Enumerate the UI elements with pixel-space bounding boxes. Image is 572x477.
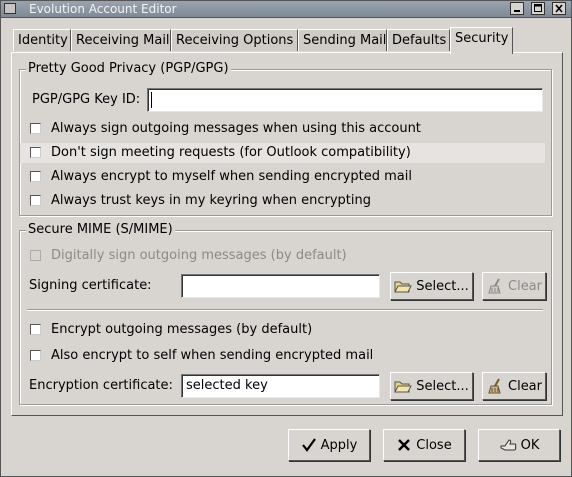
always-trust-checkbox[interactable] <box>30 195 41 206</box>
title-bar[interactable]: Evolution Account Editor <box>1 1 571 18</box>
security-page: Pretty Good Privacy (PGP/GPG) PGP/GPG Ke… <box>11 52 563 416</box>
tab-label: Sending Mail <box>303 33 387 48</box>
encrypt-self-label: Also encrypt to self when sending encryp… <box>51 348 374 363</box>
folder-open-icon <box>394 281 413 293</box>
tab-sending-mail[interactable]: Sending Mail <box>298 29 387 51</box>
minimize-button[interactable] <box>510 2 524 15</box>
pgp-key-id-label: PGP/GPG Key ID: <box>32 92 141 107</box>
tab-security[interactable]: Security <box>450 27 513 54</box>
always-sign-checkbox[interactable] <box>30 123 41 134</box>
dont-sign-meeting-label: Don't sign meeting requests (for Outlook… <box>51 145 411 160</box>
encrypt-to-self-checkbox[interactable] <box>30 171 41 182</box>
tab-label: Identity <box>18 33 68 48</box>
signing-select-label: Select... <box>416 278 469 294</box>
encrypt-outgoing-label: Encrypt outgoing messages (by default) <box>51 322 313 337</box>
encryption-clear-label: Clear <box>508 378 542 394</box>
tab-receiving-options[interactable]: Receiving Options <box>171 29 298 51</box>
dont-sign-meeting-checkbox-row[interactable]: Don't sign meeting requests (for Outlook… <box>20 143 545 163</box>
folder-open-icon <box>394 381 413 393</box>
maximize-icon <box>534 4 542 12</box>
close-x-icon <box>398 439 411 451</box>
tab-label: Security <box>455 31 509 46</box>
minimize-icon <box>514 10 520 12</box>
window-menu-icon[interactable] <box>4 3 16 14</box>
tab-label: Defaults <box>392 33 447 48</box>
always-sign-label: Always sign outgoing messages when using… <box>51 121 421 136</box>
encryption-cert-label: Encryption certificate: <box>29 378 173 393</box>
apply-label: Apply <box>320 437 358 453</box>
window-title: Evolution Account Editor <box>29 2 177 16</box>
tab-label: Receiving Mail <box>76 33 170 48</box>
signing-clear-label: Clear <box>508 278 542 294</box>
close-window-button[interactable] <box>552 2 566 15</box>
text-cursor <box>151 92 152 108</box>
always-sign-checkbox-row[interactable]: Always sign outgoing messages when using… <box>20 119 540 139</box>
signing-select-button[interactable]: Select... <box>390 272 473 300</box>
digitally-sign-checkbox[interactable] <box>30 250 41 261</box>
encryption-cert-value: selected key <box>186 378 268 393</box>
broom-icon <box>488 278 501 294</box>
signing-cert-label: Signing certificate: <box>29 278 152 293</box>
digitally-sign-checkbox-row[interactable]: Digitally sign outgoing messages (by def… <box>20 246 540 266</box>
encryption-select-label: Select... <box>416 378 469 394</box>
close-label: Close <box>416 437 452 453</box>
maximize-button[interactable] <box>531 2 545 15</box>
encrypt-self-checkbox[interactable] <box>30 350 41 361</box>
encrypt-self-checkbox-row[interactable]: Also encrypt to self when sending encryp… <box>20 346 540 366</box>
digitally-sign-label: Digitally sign outgoing messages (by def… <box>51 248 347 263</box>
pgp-frame: Pretty Good Privacy (PGP/GPG) PGP/GPG Ke… <box>19 61 552 216</box>
tab-label: Receiving Options <box>176 33 294 48</box>
encryption-select-button[interactable]: Select... <box>390 372 473 400</box>
ok-hand-icon <box>500 439 516 451</box>
encrypt-to-self-label: Always encrypt to myself when sending en… <box>51 169 412 184</box>
encryption-clear-button[interactable]: Clear <box>482 372 546 400</box>
tab-defaults[interactable]: Defaults <box>387 29 450 51</box>
always-trust-label: Always trust keys in my keyring when enc… <box>51 193 371 208</box>
account-editor-window: Evolution Account Editor Identity Receiv… <box>0 0 572 477</box>
ok-button[interactable]: OK <box>478 429 560 461</box>
tab-identity[interactable]: Identity <box>13 29 71 51</box>
smime-frame-title: Secure MIME (S/MIME) <box>26 222 175 237</box>
encryption-cert-input[interactable]: selected key <box>181 374 380 398</box>
smime-frame: Secure MIME (S/MIME) Digitally sign outg… <box>19 222 552 405</box>
dont-sign-meeting-checkbox[interactable] <box>30 147 41 158</box>
close-button[interactable]: Close <box>383 429 465 461</box>
encrypt-outgoing-checkbox-row[interactable]: Encrypt outgoing messages (by default) <box>20 320 540 340</box>
pgp-frame-title: Pretty Good Privacy (PGP/GPG) <box>26 61 231 76</box>
signing-cert-input[interactable] <box>181 274 380 298</box>
ok-label: OK <box>520 437 540 453</box>
signing-clear-button[interactable]: Clear <box>482 272 546 300</box>
encrypt-outgoing-checkbox[interactable] <box>30 324 41 335</box>
apply-button[interactable]: Apply <box>288 429 370 461</box>
always-trust-checkbox-row[interactable]: Always trust keys in my keyring when enc… <box>20 191 540 211</box>
smime-separator <box>27 309 543 311</box>
checkmark-icon <box>301 438 316 452</box>
close-icon <box>555 4 563 13</box>
tab-receiving-mail[interactable]: Receiving Mail <box>71 29 171 51</box>
pgp-key-id-input[interactable] <box>147 88 543 112</box>
broom-icon <box>488 378 501 394</box>
encrypt-to-self-checkbox-row[interactable]: Always encrypt to myself when sending en… <box>20 167 540 187</box>
